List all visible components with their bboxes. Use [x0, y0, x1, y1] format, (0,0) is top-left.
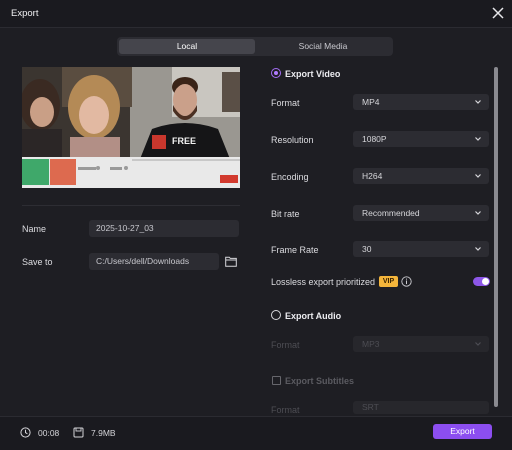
- settings-scrollbar[interactable]: [494, 67, 498, 407]
- clock-icon: [20, 427, 31, 438]
- chevron-down-icon: [475, 247, 481, 251]
- lossless-toggle[interactable]: [473, 277, 490, 286]
- export-video-label: Export Video: [285, 69, 341, 79]
- bit-rate-select[interactable]: Recommended: [353, 205, 489, 221]
- duration-text: 00:08: [38, 428, 60, 438]
- subtitles-format-label: Format: [271, 405, 300, 415]
- resolution-label: Resolution: [271, 135, 314, 145]
- format-label: Format: [271, 98, 300, 108]
- svg-text:FREE: FREE: [172, 136, 196, 146]
- chevron-down-icon: [475, 342, 481, 346]
- tab-local[interactable]: Local: [119, 39, 255, 54]
- audio-format-value: MP3: [362, 339, 380, 349]
- encoding-label: Encoding: [271, 172, 309, 182]
- name-label: Name: [22, 224, 47, 234]
- folder-icon[interactable]: [225, 256, 237, 267]
- vip-badge: VIP: [379, 276, 398, 287]
- chevron-down-icon: [475, 137, 481, 141]
- info-icon[interactable]: [401, 276, 412, 287]
- lossless-label: Lossless export prioritized: [271, 277, 376, 287]
- encoding-select[interactable]: H264: [353, 168, 489, 184]
- file-size-icon: [73, 427, 84, 438]
- export-audio-label: Export Audio: [285, 311, 342, 321]
- export-button[interactable]: Export: [433, 424, 492, 439]
- window-title: Export: [11, 8, 39, 19]
- left-divider: [22, 205, 240, 206]
- title-bar: Export: [0, 0, 512, 28]
- export-video-radio[interactable]: [271, 68, 281, 78]
- audio-format-label: Format: [271, 340, 300, 350]
- resolution-select[interactable]: 1080P: [353, 131, 489, 147]
- encoding-value: H264: [362, 171, 383, 181]
- frame-rate-label: Frame Rate: [271, 245, 319, 255]
- tab-social-media[interactable]: Social Media: [255, 39, 391, 54]
- chevron-down-icon: [475, 211, 481, 215]
- format-select[interactable]: MP4: [353, 94, 489, 110]
- resolution-value: 1080P: [362, 134, 387, 144]
- frame-rate-value: 30: [362, 244, 372, 254]
- preview-frame: FREE: [22, 67, 240, 188]
- export-audio-radio[interactable]: [271, 310, 281, 320]
- chevron-down-icon: [475, 100, 481, 104]
- subtitles-format-value: SRT: [362, 402, 379, 412]
- subtitles-format-select[interactable]: SRT: [353, 401, 489, 414]
- export-subtitles-checkbox[interactable]: [272, 376, 281, 385]
- close-icon[interactable]: [491, 6, 505, 20]
- export-subtitles-label: Export Subtitles: [285, 376, 355, 386]
- frame-rate-select[interactable]: 30: [353, 241, 489, 257]
- format-value: MP4: [362, 97, 380, 107]
- export-tabs: Local Social Media: [117, 37, 393, 56]
- save-to-label: Save to: [22, 257, 53, 267]
- bit-rate-value: Recommended: [362, 208, 420, 218]
- video-preview: FREE: [22, 67, 240, 188]
- chevron-down-icon: [475, 174, 481, 178]
- bit-rate-label: Bit rate: [271, 209, 300, 219]
- file-size-text: 7.9MB: [91, 428, 116, 438]
- audio-format-select[interactable]: MP3: [353, 336, 489, 352]
- save-path-field[interactable]: C:/Users/dell/Downloads: [89, 253, 219, 270]
- name-input[interactable]: 2025-10-27_03: [89, 220, 239, 237]
